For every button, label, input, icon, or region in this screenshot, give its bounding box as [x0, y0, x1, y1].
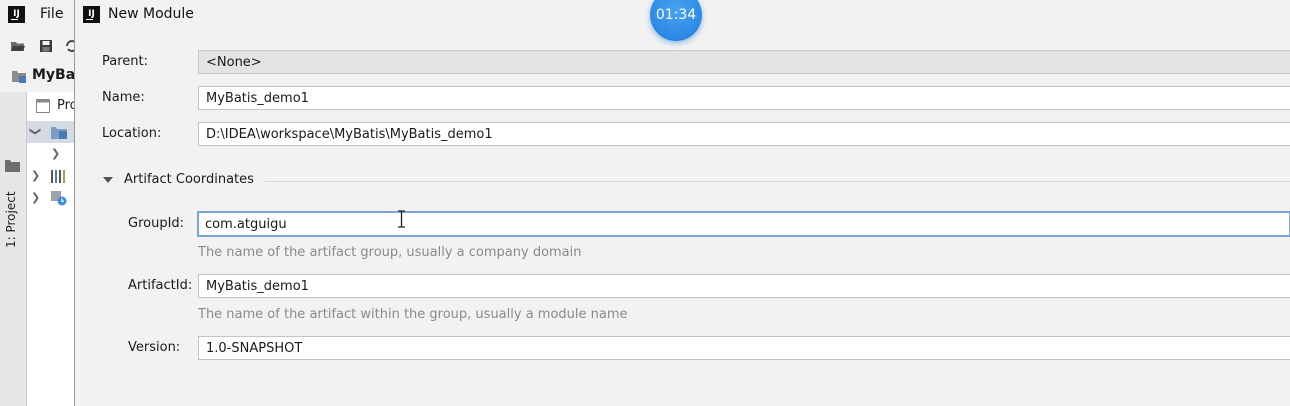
- groupid-hint: The name of the artifact group, usually …: [198, 245, 582, 260]
- recording-timer-badge: 01:34: [650, 0, 702, 41]
- groupid-input[interactable]: [197, 211, 1290, 237]
- module-folder-icon: [51, 127, 67, 139]
- chevron-down-icon[interactable]: ❯: [29, 127, 42, 136]
- artifactid-input[interactable]: [198, 274, 1290, 298]
- version-input[interactable]: [198, 336, 1290, 360]
- tree-row-root[interactable]: ❯: [27, 121, 74, 143]
- library-icon: [51, 170, 65, 183]
- location-label: Location:: [102, 126, 162, 141]
- folder-icon: [5, 160, 20, 172]
- parent-field[interactable]: [198, 50, 1290, 74]
- location-input[interactable]: [198, 122, 1290, 146]
- triangle-down-icon: [103, 177, 113, 183]
- chevron-right-icon[interactable]: ❯: [31, 191, 40, 204]
- tree-row-external-libraries[interactable]: ❯: [27, 165, 74, 187]
- text-cursor-icon: [398, 210, 405, 228]
- artifact-coordinates-label: Artifact Coordinates: [124, 172, 254, 187]
- artifactid-label: ArtifactId:: [128, 278, 193, 293]
- tree-row-scratches[interactable]: ❯: [27, 187, 74, 209]
- chevron-right-icon[interactable]: ❯: [31, 169, 40, 182]
- new-module-dialog: IJ New Module 01:34 Parent: Name: Locati…: [74, 0, 1290, 406]
- project-tool-window-strip: 1: Project: [0, 92, 27, 406]
- name-input[interactable]: [198, 86, 1290, 110]
- ide-toolbar: [0, 34, 78, 58]
- menu-file[interactable]: File: [40, 6, 63, 22]
- project-folder-icon: [12, 71, 26, 83]
- dialog-title: New Module: [108, 6, 194, 22]
- scratches-icon: [51, 191, 67, 206]
- navigation-bar: MyBat: [0, 62, 82, 90]
- intellij-logo-icon: IJ: [8, 6, 25, 23]
- project-view-icon: [36, 99, 50, 113]
- tree-row[interactable]: ❯: [27, 143, 74, 165]
- intellij-logo-icon: IJ: [83, 6, 100, 23]
- ide-window: IJ File MyBat 1: Project Pro ❯ ❯ ❯ ❯: [0, 0, 82, 406]
- groupid-label: GroupId:: [128, 216, 185, 231]
- artifactid-hint: The name of the artifact within the grou…: [198, 307, 628, 322]
- save-icon[interactable]: [38, 38, 54, 54]
- project-tool-tab[interactable]: 1: Project: [4, 191, 18, 248]
- ide-title-bar: IJ File: [0, 0, 74, 30]
- section-divider: [265, 181, 1290, 182]
- name-label: Name:: [102, 90, 145, 105]
- chevron-right-icon[interactable]: ❯: [51, 147, 60, 160]
- parent-label: Parent:: [102, 54, 148, 69]
- version-label: Version:: [128, 340, 181, 355]
- open-folder-icon[interactable]: [10, 38, 26, 54]
- project-tree: Pro ❯ ❯ ❯ ❯: [27, 92, 78, 406]
- project-view-header[interactable]: Pro: [33, 96, 78, 116]
